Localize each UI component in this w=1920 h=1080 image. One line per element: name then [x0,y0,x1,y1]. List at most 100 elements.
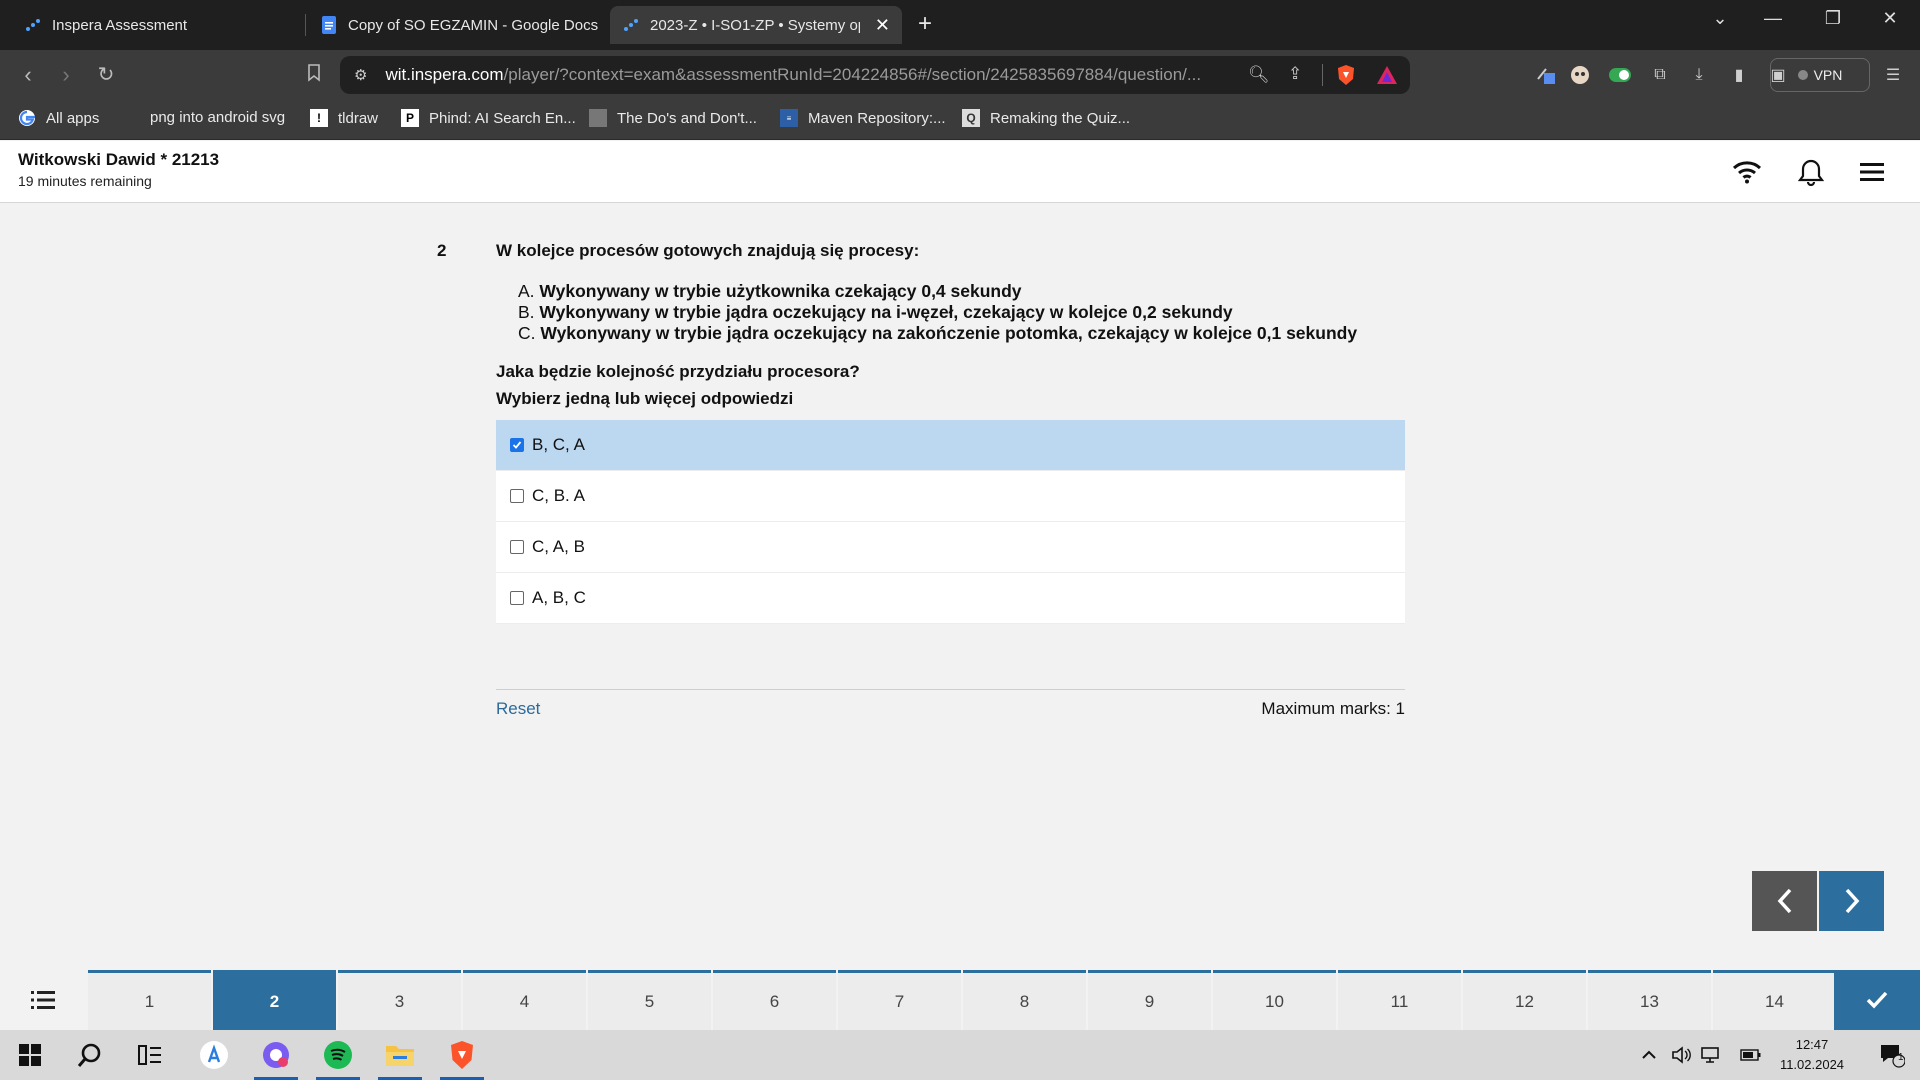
list-icon [31,991,55,1009]
task-view-icon[interactable] [122,1030,178,1080]
new-tab-button[interactable]: + [918,10,932,38]
share-icon[interactable]: ⇪ [1288,64,1302,84]
checkbox-checked[interactable] [510,438,524,452]
answer-option[interactable]: A, B, C [496,573,1405,624]
bookmark-remaking-quiz[interactable]: Q Remaking the Quiz... [962,109,1130,127]
question-nav-item-5[interactable]: 5 [588,970,711,1030]
chevron-left-icon [1777,888,1791,914]
volume-icon[interactable] [1666,1030,1696,1080]
question-nav-item-6[interactable]: 6 [713,970,836,1030]
reload-button[interactable]: ↻ [92,62,120,87]
google-docs-icon [320,16,338,34]
question-nav-item-1[interactable]: 1 [88,970,211,1030]
option-label: B, C, A [532,435,585,454]
menu-icon[interactable]: ☰ [1882,64,1904,86]
app-store-icon[interactable] [186,1030,242,1080]
answer-option[interactable]: B, C, A [496,420,1405,471]
system-clock[interactable]: 12:47 11.02.2024 [1776,1035,1848,1075]
question-nav-item-4[interactable]: 4 [463,970,586,1030]
battery-icon[interactable] [1736,1030,1766,1080]
question-nav-item-9[interactable]: 9 [1088,970,1211,1030]
notification-center-icon[interactable]: 1 [1864,1030,1920,1080]
wifi-icon[interactable] [1730,155,1764,189]
tab-systemy-operacyjne[interactable]: 2023-Z • I-SO1-ZP • Systemy op ✕ [610,6,902,44]
brave-rewards-icon[interactable] [1376,64,1398,91]
site-settings-icon[interactable]: ⚙ [354,66,367,84]
question-nav-item-12[interactable]: 12 [1463,970,1586,1030]
brave-browser-icon[interactable] [434,1030,490,1080]
close-icon[interactable]: ✕ [867,15,890,36]
inspera-icon [24,16,42,34]
extension-avatar-icon[interactable] [1569,64,1591,86]
search-icon[interactable] [62,1030,118,1080]
question-navigation: 1 2 3 4 5 6 7 8 9 10 11 12 13 14 [0,970,1920,1030]
minimize-button[interactable]: — [1753,8,1793,29]
bookmark-dos-donts[interactable]: The Do's and Don't... [589,109,757,127]
bookmark-all-apps[interactable]: All apps [18,109,99,127]
page-thumbnail-icon [589,109,607,127]
process-list: A. Wykonywany w trybie użytkownika czeka… [518,281,1357,344]
extension-toggle-icon[interactable] [1609,64,1631,86]
restore-button[interactable]: ❐ [1813,8,1853,29]
download-icon[interactable]: ⤓ [1688,64,1710,86]
finish-button[interactable] [1834,970,1920,1030]
extensions-puzzle-icon[interactable]: ⧉ [1649,64,1671,86]
bookmark-phind[interactable]: P Phind: AI Search En... [401,109,576,127]
notification-count: 1 [1898,1052,1904,1063]
checkbox[interactable] [510,489,524,503]
bookmark-tldraw[interactable]: ! tldraw [310,109,378,127]
question-nav-item-7[interactable]: 7 [838,970,961,1030]
windows-start-icon[interactable] [2,1030,58,1080]
windows-taskbar: 12:47 11.02.2024 1 [0,1030,1920,1080]
question-nav-item-10[interactable]: 10 [1213,970,1336,1030]
zoom-icon[interactable]: 🔍︎ [1248,65,1270,85]
question-nav-item-2[interactable]: 2 [213,970,336,1030]
candidate-name: Witkowski Dawid * 21213 [18,150,220,169]
tab-google-docs[interactable]: Copy of SO EGZAMIN - Google Docs [308,6,606,44]
question-nav-item-14[interactable]: 14 [1713,970,1836,1030]
bookmark-icon[interactable] [300,62,328,88]
answer-option[interactable]: C, B. A [496,471,1405,522]
reset-button[interactable]: Reset [496,699,540,719]
tab-inspera-assessment[interactable]: Inspera Assessment [12,6,302,44]
question-overview-button[interactable] [0,970,86,1030]
checkbox[interactable] [510,591,524,605]
close-window-button[interactable]: ✕ [1870,8,1910,29]
checkbox[interactable] [510,540,524,554]
bell-icon[interactable] [1794,155,1828,189]
vpn-button[interactable]: VPN [1770,58,1870,92]
bookmark-label: The Do's and Don't... [617,109,757,127]
network-icon[interactable] [1696,1030,1726,1080]
file-explorer-icon[interactable] [372,1030,428,1080]
item-letter: B. [518,302,535,322]
checkmark-icon [1866,991,1888,1009]
chevron-up-icon[interactable] [1634,1030,1664,1080]
question-nav-item-11[interactable]: 11 [1338,970,1461,1030]
question-nav-item-8[interactable]: 8 [963,970,1086,1030]
bookmark-png-svg[interactable]: png into android svg [150,109,285,126]
answer-option[interactable]: C, A, B [496,522,1405,573]
phind-icon: P [401,109,419,127]
next-question-button[interactable] [1819,871,1884,931]
address-bar-row: ‹ › ↻ ⚙ wit.inspera.com/player/?context=… [0,50,1920,100]
question-nav-item-13[interactable]: 13 [1588,970,1711,1030]
extension-pen-icon[interactable] [1535,64,1557,86]
option-label: C, B. A [532,486,585,505]
chat-app-icon[interactable] [248,1030,304,1080]
page-thumbnail-icon: Q [962,109,980,127]
previous-question-button[interactable] [1752,871,1817,931]
hamburger-menu-icon[interactable] [1855,155,1889,189]
vpn-status-icon [1797,70,1808,80]
spotify-icon[interactable] [310,1030,366,1080]
url-field[interactable]: ⚙ wit.inspera.com/player/?context=exam&a… [340,56,1410,94]
clock-date: 11.02.2024 [1779,1057,1845,1072]
brave-shields-icon[interactable] [1336,64,1356,91]
back-button[interactable]: ‹ [14,62,42,88]
bookmark-maven[interactable]: ≡ Maven Repository:... [780,109,946,127]
question-nav-item-3[interactable]: 3 [338,970,461,1030]
item-text: Wykonywany w trybie jądra oczekujący na … [539,302,1233,322]
list-item: A. Wykonywany w trybie użytkownika czeka… [518,281,1357,302]
forward-button[interactable]: › [52,62,80,88]
sidebar-icon[interactable]: ▮ [1728,64,1750,86]
chevron-down-icon[interactable]: ⌄ [1700,8,1740,29]
